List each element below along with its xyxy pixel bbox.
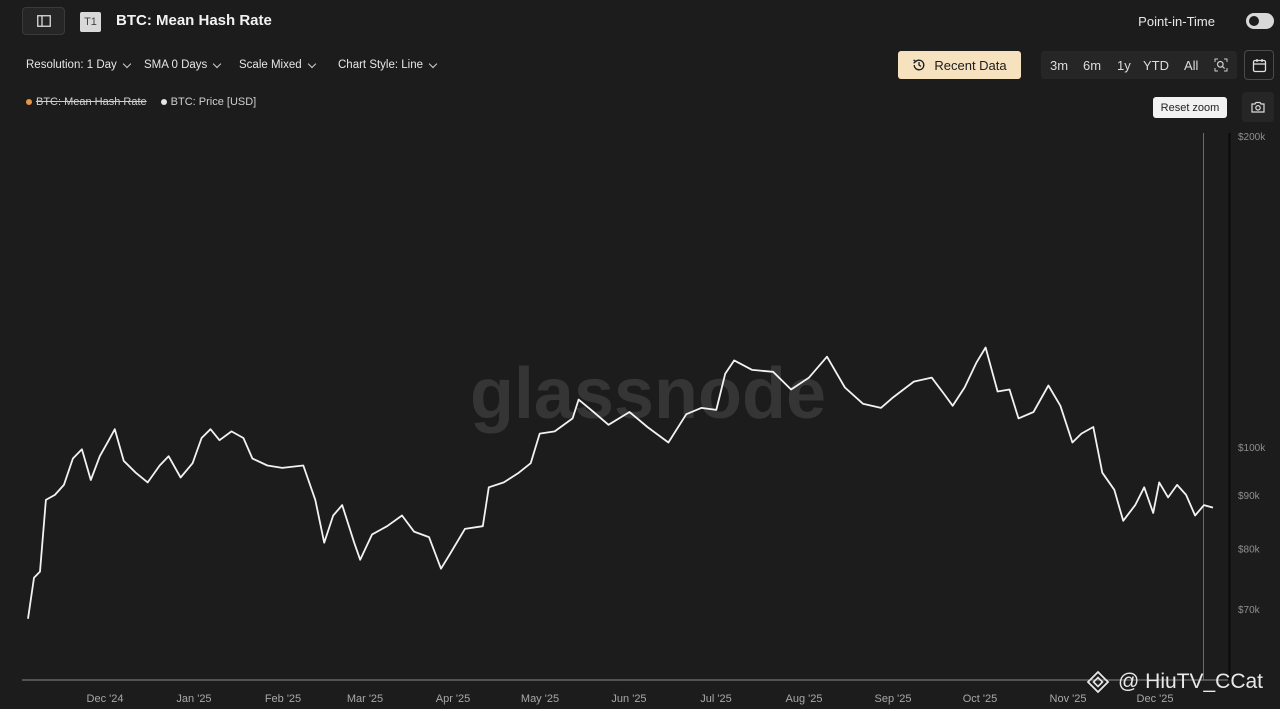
chevron-down-icon — [122, 59, 132, 68]
point-in-time-label: Point-in-Time — [1138, 14, 1215, 29]
tier-badge: T1 — [80, 12, 101, 32]
chevron-down-icon — [428, 59, 438, 68]
x-tick-label: Mar '25 — [347, 693, 383, 705]
watermark-handle: @ HiuTV_CCat — [1086, 670, 1263, 694]
y-tick-label: $200k — [1238, 132, 1266, 143]
reset-zoom-button[interactable]: Reset zoom — [1153, 97, 1227, 118]
top-bar: T1 BTC: Mean Hash Rate Point-in-Time — [0, 0, 1280, 44]
calendar-icon — [1252, 58, 1266, 72]
scale-label: Scale Mixed — [239, 59, 302, 71]
legend-dot — [26, 99, 32, 105]
x-tick-label: Jul '25 — [700, 693, 731, 705]
chart-style-label: Chart Style: Line — [338, 59, 424, 71]
sidebar-icon — [36, 15, 51, 27]
x-tick-label: May '25 — [521, 693, 559, 705]
x-tick-label: Dec '24 — [87, 693, 124, 705]
scale-dropdown[interactable]: Scale Mixed — [239, 59, 316, 71]
camera-icon — [1251, 101, 1265, 113]
range-selector: 3m 6m 1y YTD All — [1041, 51, 1237, 79]
sma-label: SMA 0 Days — [144, 59, 208, 71]
range-3m[interactable]: 3m — [1050, 58, 1068, 73]
recent-data-label: Recent Data — [934, 57, 1007, 73]
y-tick-label: $70k — [1238, 605, 1261, 616]
x-tick-label: Aug '25 — [786, 693, 823, 705]
y-tick-label: $100k — [1238, 443, 1266, 454]
chart-style-dropdown[interactable]: Chart Style: Line — [338, 59, 438, 71]
x-tick-label: Dec '25 — [1137, 693, 1174, 705]
x-tick-label: Oct '25 — [963, 693, 998, 705]
legend-item-price[interactable]: BTC: Price [USD] — [160, 96, 257, 108]
zoom-search-icon[interactable] — [1214, 58, 1228, 77]
x-tick-label: Apr '25 — [436, 693, 471, 705]
binance-diamond-icon — [1086, 670, 1110, 694]
sidebar-toggle-button[interactable] — [22, 7, 65, 35]
date-range-button[interactable] — [1244, 50, 1274, 80]
legend-item-hash-rate[interactable]: BTC: Mean Hash Rate — [26, 96, 147, 108]
watermark-brand: glassnode — [470, 354, 826, 434]
resolution-dropdown[interactable]: Resolution: 1 Day — [26, 59, 132, 71]
page-title: BTC: Mean Hash Rate — [116, 12, 272, 29]
legend-label: BTC: Price [USD] — [170, 96, 257, 108]
legend-dot — [160, 99, 167, 105]
point-in-time-toggle[interactable] — [1246, 13, 1274, 29]
x-tick-label: Sep '25 — [875, 693, 912, 705]
range-ytd[interactable]: YTD — [1143, 58, 1169, 73]
x-tick-label: Feb '25 — [265, 693, 301, 705]
watermark-handle-text: @ HiuTV_CCat — [1118, 670, 1264, 693]
x-tick-label: Jan '25 — [176, 693, 211, 705]
chevron-down-icon — [213, 59, 222, 68]
x-tick-label: Jun '25 — [611, 693, 646, 705]
recent-data-button[interactable]: Recent Data — [898, 51, 1021, 79]
chevron-down-icon — [307, 59, 316, 68]
resolution-label: Resolution: 1 Day — [26, 59, 117, 71]
y-tick-label: $80k — [1238, 544, 1261, 555]
x-tick-label: Nov '25 — [1050, 693, 1087, 705]
range-6m[interactable]: 6m — [1083, 58, 1101, 73]
sma-dropdown[interactable]: SMA 0 Days — [144, 59, 222, 71]
range-1y[interactable]: 1y — [1117, 58, 1131, 73]
legend-label: BTC: Mean Hash Rate — [36, 96, 147, 108]
price-chart[interactable]: glassnode Dec '24 Jan '25 Feb '25 Mar '25 Ap… — [0, 120, 1280, 709]
chart-legend: BTC: Mean Hash Rate BTC: Price [USD] — [26, 96, 270, 108]
history-icon — [913, 59, 925, 71]
screenshot-button[interactable] — [1242, 92, 1274, 122]
y-tick-label: $90k — [1238, 491, 1261, 502]
range-all[interactable]: All — [1184, 58, 1198, 73]
